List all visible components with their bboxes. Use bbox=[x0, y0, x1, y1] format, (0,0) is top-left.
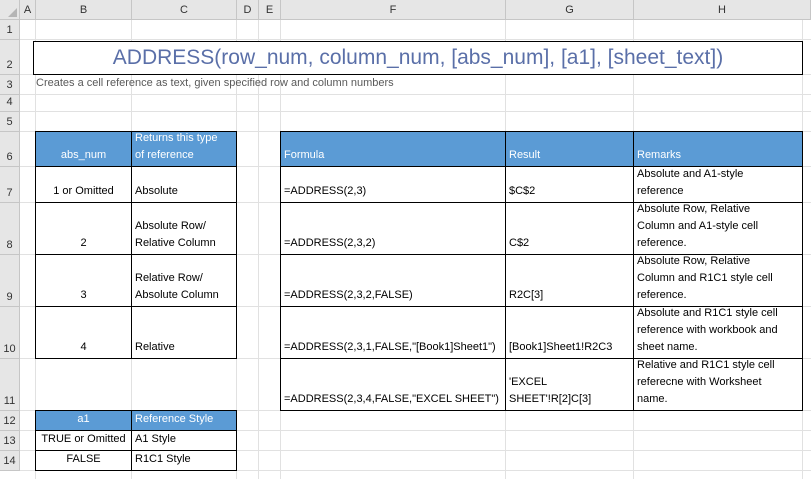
row-header-5[interactable]: 5 bbox=[0, 112, 20, 132]
formula-cell[interactable]: =ADDRESS(2,3) bbox=[280, 166, 506, 203]
abs-table-cell[interactable]: Relative bbox=[131, 306, 237, 359]
remarks-cell[interactable]: Relative and R1C1 style cell referecne w… bbox=[633, 358, 803, 411]
row-header-6[interactable]: 6 bbox=[0, 132, 20, 167]
column-header-a[interactable]: A bbox=[20, 0, 36, 20]
abs-table-cell[interactable]: Absolute bbox=[131, 166, 237, 203]
result-cell[interactable]: 'EXCEL SHEET'!R[2]C[3] bbox=[505, 358, 634, 411]
row-header-10[interactable]: 10 bbox=[0, 307, 20, 359]
result-cell[interactable]: R2C[3] bbox=[505, 254, 634, 307]
result-cell[interactable]: C$2 bbox=[505, 202, 634, 255]
examples-header-remarks[interactable]: Remarks bbox=[633, 131, 803, 167]
row-header-11[interactable]: 11 bbox=[0, 359, 20, 411]
spreadsheet: A B C D E F G H 1 2 3 4 5 6 7 8 9 10 11 … bbox=[0, 0, 811, 479]
examples-header-formula[interactable]: Formula bbox=[280, 131, 506, 167]
column-header-f[interactable]: F bbox=[281, 0, 506, 20]
abs-table-cell[interactable]: 1 or Omitted bbox=[35, 166, 132, 203]
a1-table-header-style[interactable]: Reference Style bbox=[131, 410, 237, 431]
result-cell[interactable]: [Book1]Sheet1!R2C3 bbox=[505, 306, 634, 359]
remarks-cell[interactable]: Absolute Row, Relative Column and A1-sty… bbox=[633, 202, 803, 255]
abs-table-cell[interactable]: Relative Row/ Absolute Column bbox=[131, 254, 237, 307]
row-header-7[interactable]: 7 bbox=[0, 167, 20, 203]
column-header-b[interactable]: B bbox=[36, 0, 132, 20]
abs-table-cell[interactable]: 2 bbox=[35, 202, 132, 255]
remarks-cell[interactable]: Absolute Row, Relative Column and R1C1 s… bbox=[633, 254, 803, 307]
abs-table-header-abs-num[interactable]: abs_num bbox=[35, 131, 132, 167]
formula-cell[interactable]: =ADDRESS(2,3,1,FALSE,"[Book1]Sheet1") bbox=[280, 306, 506, 359]
gridline bbox=[20, 39, 811, 40]
a1-table-cell[interactable]: R1C1 Style bbox=[131, 450, 237, 471]
abs-table-cell[interactable]: 3 bbox=[35, 254, 132, 307]
row-header-3[interactable]: 3 bbox=[0, 75, 20, 95]
abs-table-header-returns[interactable]: Returns this type of reference bbox=[131, 131, 237, 167]
sheet-title[interactable]: ADDRESS(row_num, column_num, [abs_num], … bbox=[33, 41, 803, 75]
a1-table-cell[interactable]: TRUE or Omitted bbox=[35, 430, 132, 451]
column-header-e[interactable]: E bbox=[259, 0, 281, 20]
select-all-corner[interactable] bbox=[0, 0, 20, 20]
remarks-cell[interactable]: Absolute and R1C1 style cell reference w… bbox=[633, 306, 803, 359]
row-header-4[interactable]: 4 bbox=[0, 95, 20, 112]
formula-cell[interactable]: =ADDRESS(2,3,2) bbox=[280, 202, 506, 255]
formula-cell[interactable]: =ADDRESS(2,3,4,FALSE,"EXCEL SHEET") bbox=[280, 358, 506, 411]
column-header-c[interactable]: C bbox=[132, 0, 237, 20]
formula-cell[interactable]: =ADDRESS(2,3,2,FALSE) bbox=[280, 254, 506, 307]
gridline bbox=[20, 94, 811, 95]
row-header-1[interactable]: 1 bbox=[0, 20, 20, 40]
row-header-8[interactable]: 8 bbox=[0, 203, 20, 255]
a1-table-header-a1[interactable]: a1 bbox=[35, 410, 132, 431]
column-header-d[interactable]: D bbox=[237, 0, 259, 20]
remarks-cell[interactable]: Absolute and A1-style reference bbox=[633, 166, 803, 203]
column-header-h[interactable]: H bbox=[634, 0, 811, 20]
abs-table-cell[interactable]: 4 bbox=[35, 306, 132, 359]
result-cell[interactable]: $C$2 bbox=[505, 166, 634, 203]
column-header-g[interactable]: G bbox=[506, 0, 634, 20]
row-header-12[interactable]: 12 bbox=[0, 411, 20, 431]
row-header-9[interactable]: 9 bbox=[0, 255, 20, 307]
row-header-13[interactable]: 13 bbox=[0, 431, 20, 451]
sheet-subtitle[interactable]: Creates a cell reference as text, given … bbox=[36, 77, 394, 89]
row-header-2[interactable]: 2 bbox=[0, 40, 20, 75]
a1-table-cell[interactable]: A1 Style bbox=[131, 430, 237, 451]
gridline bbox=[20, 111, 811, 112]
row-header-14[interactable]: 14 bbox=[0, 451, 20, 471]
a1-table-cell[interactable]: FALSE bbox=[35, 450, 132, 471]
abs-table-cell[interactable]: Absolute Row/ Relative Column bbox=[131, 202, 237, 255]
examples-header-result[interactable]: Result bbox=[505, 131, 634, 167]
